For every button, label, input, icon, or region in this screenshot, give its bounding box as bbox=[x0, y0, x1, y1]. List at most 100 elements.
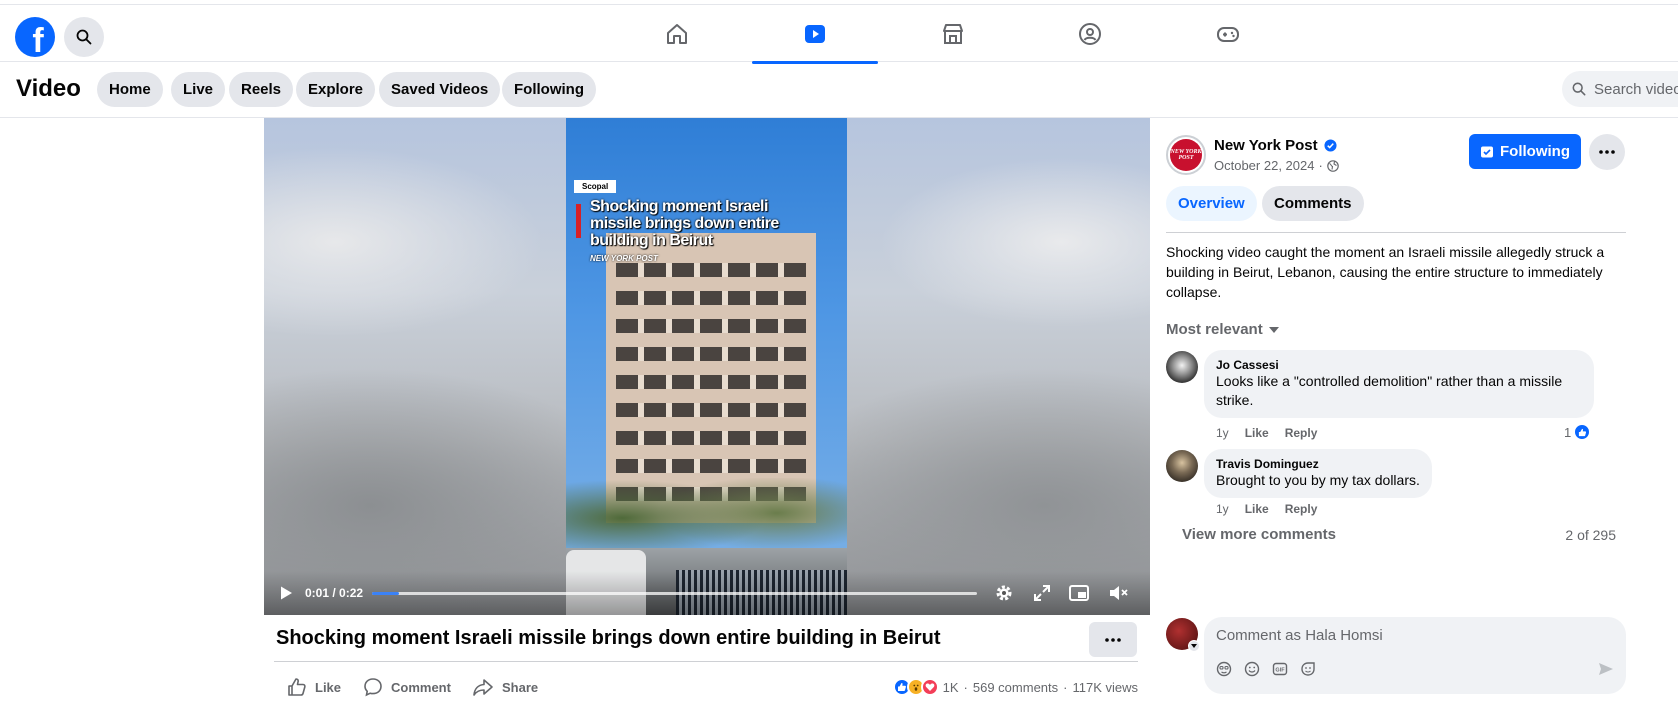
verified-badge-icon bbox=[1324, 139, 1337, 152]
marketplace-icon bbox=[943, 24, 963, 44]
comment-meta: 1y Like Reply bbox=[1216, 502, 1317, 516]
video-overlay-accent bbox=[576, 204, 581, 238]
pill-reels[interactable]: Reels bbox=[229, 72, 294, 107]
facebook-logo-letter: f bbox=[32, 22, 44, 57]
sort-label: Most relevant bbox=[1166, 321, 1263, 338]
pill-saved-videos[interactable]: Saved Videos bbox=[379, 72, 501, 107]
video-frame[interactable]: Scopal Shocking moment Israeli missile b… bbox=[566, 118, 847, 615]
groups-icon bbox=[1079, 23, 1101, 45]
more-icon bbox=[1105, 637, 1121, 642]
mute-icon[interactable] bbox=[1108, 583, 1130, 603]
fullscreen-icon[interactable] bbox=[1032, 583, 1052, 603]
comment-icon bbox=[364, 678, 382, 697]
comment-time[interactable]: 1y bbox=[1216, 502, 1229, 516]
miniplayer-icon[interactable] bbox=[1068, 583, 1090, 603]
like-reaction-icon bbox=[1573, 423, 1592, 441]
comment-like-number: 1 bbox=[1564, 424, 1572, 440]
comment-time[interactable]: 1y bbox=[1216, 426, 1229, 440]
page-avatar[interactable]: NEW YORK POST bbox=[1166, 135, 1206, 175]
nav-tab-gaming[interactable] bbox=[1165, 5, 1291, 63]
view-more-comments-link[interactable]: View more comments bbox=[1182, 526, 1336, 543]
comment-meta: 1y Like Reply bbox=[1216, 426, 1317, 440]
sort-dropdown[interactable]: Most relevant bbox=[1166, 321, 1279, 338]
page-name[interactable]: New York Post bbox=[1214, 137, 1337, 154]
video-player[interactable]: Scopal Shocking moment Israeli missile b… bbox=[264, 118, 1150, 615]
composer-tools: GIF bbox=[1216, 661, 1316, 677]
like-button[interactable]: Like bbox=[287, 676, 341, 698]
nav-tab-marketplace[interactable] bbox=[890, 5, 1016, 63]
video-overlay-headline: Shocking moment Israeli missile brings d… bbox=[590, 198, 779, 249]
post-date: October 22, 2024 · bbox=[1214, 158, 1339, 173]
video-progress-bar[interactable] bbox=[372, 592, 977, 595]
top-navigation: f bbox=[0, 4, 1678, 64]
svg-text:GIF: GIF bbox=[1275, 668, 1285, 674]
page-name-text: New York Post bbox=[1214, 137, 1318, 154]
view-count: 117K views bbox=[1072, 679, 1138, 695]
post-more-button[interactable] bbox=[1589, 134, 1625, 170]
nav-tab-video[interactable] bbox=[752, 5, 878, 64]
share-icon bbox=[473, 679, 493, 696]
tab-overview[interactable]: Overview bbox=[1166, 186, 1257, 221]
video-overlay-badge: Scopal bbox=[574, 180, 617, 193]
search-icon bbox=[1572, 82, 1586, 96]
post-description: Shocking video caught the moment an Isra… bbox=[1166, 244, 1605, 300]
following-button[interactable]: Following bbox=[1469, 134, 1581, 169]
globe-icon bbox=[1327, 159, 1339, 172]
search-placeholder: Search videos bbox=[1594, 80, 1678, 98]
comment-bubble: Travis Dominguez Brought to you by my ta… bbox=[1204, 449, 1432, 498]
title-divider bbox=[274, 661, 1138, 662]
like-label: Like bbox=[315, 679, 342, 695]
current-user-avatar[interactable] bbox=[1166, 618, 1200, 652]
comment-count[interactable]: 569 comments bbox=[973, 680, 1058, 695]
comment-composer[interactable]: Comment as Hala Homsi GIF bbox=[1204, 617, 1626, 694]
comment-button[interactable]: Comment bbox=[363, 676, 451, 698]
comment-input[interactable]: Comment as Hala Homsi bbox=[1216, 627, 1383, 644]
pill-live[interactable]: Live bbox=[171, 72, 226, 107]
search-button[interactable] bbox=[64, 17, 104, 57]
search-videos-input[interactable]: Search videos bbox=[1562, 71, 1678, 107]
video-time: 0:01 / 0:22 bbox=[305, 586, 364, 600]
facebook-logo[interactable]: f bbox=[15, 17, 55, 57]
gif-icon[interactable]: GIF bbox=[1272, 661, 1288, 677]
comment-text: Brought to you by my tax dollars. bbox=[1216, 472, 1420, 488]
comment-author[interactable]: Jo Cassesi bbox=[1216, 358, 1582, 372]
emoji-icon[interactable] bbox=[1244, 661, 1260, 677]
commenter-avatar[interactable] bbox=[1166, 450, 1198, 482]
commenter-avatar[interactable] bbox=[1166, 351, 1198, 383]
video-progress-fill bbox=[372, 592, 400, 595]
video-overlay-source: NEW YORK POST bbox=[590, 254, 658, 263]
comment-like-link[interactable]: Like bbox=[1245, 426, 1269, 440]
comment-author[interactable]: Travis Dominguez bbox=[1216, 457, 1420, 471]
pill-following[interactable]: Following bbox=[502, 72, 596, 107]
comment-bubble: Jo Cassesi Looks like a "controlled demo… bbox=[1204, 350, 1594, 418]
pill-explore[interactable]: Explore bbox=[296, 72, 376, 107]
page-title: Video bbox=[16, 75, 81, 102]
sticker-icon[interactable] bbox=[1300, 661, 1316, 677]
share-button[interactable]: Share bbox=[472, 676, 538, 698]
reaction-count[interactable]: 1K bbox=[943, 680, 959, 695]
comment-like-link[interactable]: Like bbox=[1245, 502, 1269, 516]
following-check-icon bbox=[1481, 146, 1493, 157]
video-title: Shocking moment Israeli missile brings d… bbox=[276, 627, 941, 649]
video-icon bbox=[805, 25, 825, 43]
video-controls: 0:01 / 0:22 bbox=[264, 571, 1150, 615]
chevron-down-icon bbox=[1268, 326, 1279, 333]
comment-reply-link[interactable]: Reply bbox=[1285, 426, 1318, 440]
home-icon bbox=[667, 24, 687, 44]
comment-like-count[interactable]: 1 bbox=[1564, 423, 1592, 441]
video-more-button[interactable] bbox=[1089, 622, 1137, 657]
comments-shown-count: 2 of 295 bbox=[1565, 527, 1616, 543]
love-reaction-icon bbox=[920, 678, 939, 696]
pill-home[interactable]: Home bbox=[97, 72, 163, 107]
settings-icon[interactable] bbox=[994, 583, 1014, 603]
comment-reply-link[interactable]: Reply bbox=[1285, 502, 1318, 516]
tab-comments[interactable]: Comments bbox=[1262, 186, 1364, 221]
nav-tab-groups[interactable] bbox=[1027, 5, 1153, 63]
comment-text: Looks like a "controlled demolition" rat… bbox=[1216, 373, 1563, 408]
following-label: Following bbox=[1500, 143, 1570, 160]
send-icon[interactable] bbox=[1598, 661, 1614, 677]
post-date-text[interactable]: October 22, 2024 bbox=[1214, 158, 1314, 173]
play-icon[interactable] bbox=[278, 585, 294, 601]
nav-tab-home[interactable] bbox=[614, 5, 740, 63]
avatar-sticker-icon[interactable] bbox=[1216, 661, 1232, 677]
